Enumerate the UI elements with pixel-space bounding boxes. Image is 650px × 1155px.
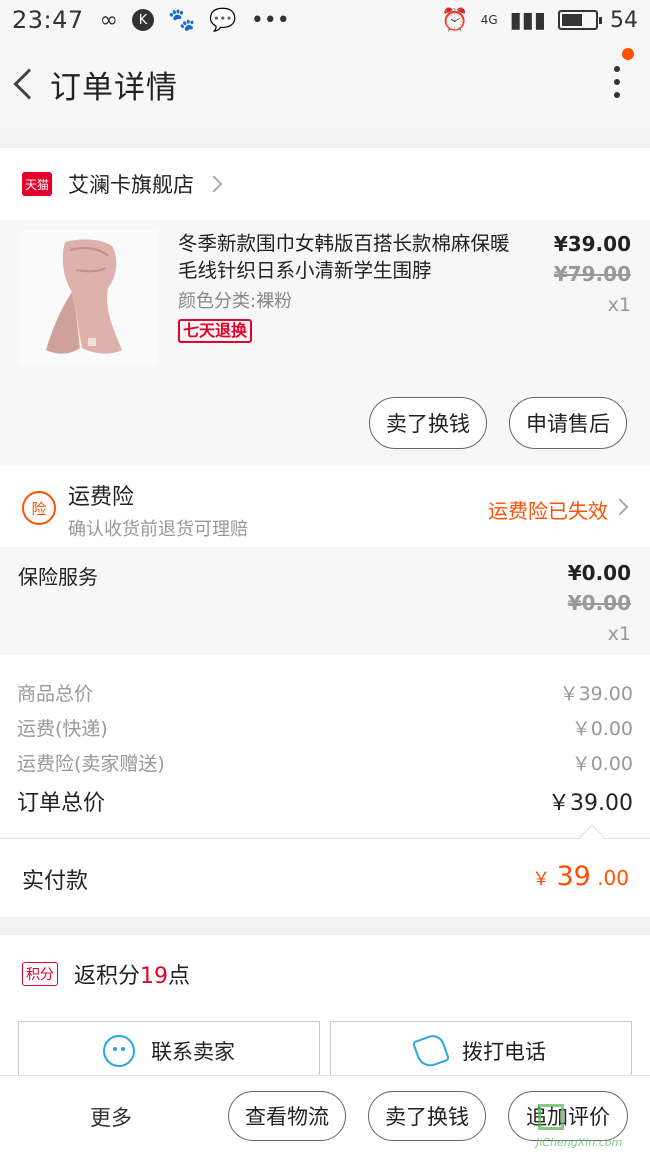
more-dot-icon xyxy=(614,66,620,72)
app-header: 订单详情 xyxy=(0,40,650,128)
notification-dot xyxy=(622,48,634,60)
k-app-icon: K xyxy=(132,9,154,31)
tmall-logo-icon: 天猫 xyxy=(22,172,52,196)
product-sku: 颜色分类:裸粉 xyxy=(178,291,293,312)
points-suffix: 点 xyxy=(168,964,191,989)
chevron-right-icon xyxy=(205,175,223,193)
call-phone-button[interactable]: 拨打电话 xyxy=(330,1021,632,1081)
customer-service-icon xyxy=(103,1035,135,1067)
currency-symbol: ￥ xyxy=(532,869,551,890)
store-name: 艾澜卡旗舰店 xyxy=(68,173,194,197)
contact-row: 联系卖家 拨打电话 xyxy=(0,1013,650,1081)
more-notifications-icon: ••• xyxy=(250,7,290,33)
phone-icon xyxy=(411,1031,451,1071)
total-label: 运费险(卖家赠送) xyxy=(17,753,165,775)
order-total-row: 订单总价 ￥39.00 xyxy=(17,785,633,817)
product-quantity: x1 xyxy=(607,294,631,316)
apply-after-sale-button[interactable]: 申请售后 xyxy=(509,397,627,449)
points-row: 积分 返积分19点 xyxy=(0,935,650,1013)
paw-icon: 🐾 xyxy=(168,7,196,33)
total-row-shipping-insurance: 运费险(卖家赠送) ￥0.00 xyxy=(17,749,633,776)
more-menu-button[interactable] xyxy=(614,66,620,98)
product-price: ¥39.00 xyxy=(553,232,631,256)
sell-resale-bottom-button[interactable]: 卖了换钱 xyxy=(368,1091,486,1141)
chevron-left-icon xyxy=(13,68,45,100)
status-bar: 23:47 ∞ K 🐾 💬 ••• ⏰ 4G ▮▮▮ 54 xyxy=(0,0,650,40)
total-row-shipping: 运费(快递) ￥0.00 xyxy=(17,714,633,741)
watermark-site: JiChengXin.com xyxy=(536,1136,623,1149)
amount-decimal: .00 xyxy=(597,866,629,890)
view-logistics-button[interactable]: 查看物流 xyxy=(228,1091,346,1141)
total-value: ￥39.00 xyxy=(559,683,633,705)
battery-icon xyxy=(558,10,602,30)
insurance-service-price: ¥0.00 xyxy=(567,561,631,585)
contact-seller-label: 联系卖家 xyxy=(151,1040,235,1064)
alarm-icon: ⏰ xyxy=(441,7,469,33)
notification-icons: ∞ K 🐾 💬 ••• xyxy=(100,8,290,33)
sell-resale-button[interactable]: 卖了换钱 xyxy=(369,397,487,449)
page-title: 订单详情 xyxy=(50,69,178,106)
product-original-price: ¥79.00 xyxy=(553,262,631,286)
more-button[interactable]: 更多 xyxy=(90,1102,132,1132)
more-dot-icon xyxy=(614,92,620,98)
insurance-service-item: 保险服务 ¥0.00 ¥0.00 x1 xyxy=(0,547,650,655)
freight-insurance-subtitle: 确认收货前退货可理赔 xyxy=(68,519,248,540)
order-totals: 商品总价 ￥39.00 运费(快递) ￥0.00 运费险(卖家赠送) ￥0.00… xyxy=(0,655,650,838)
insurance-service-label: 保险服务 xyxy=(18,565,98,589)
battery-level: 54 xyxy=(610,7,638,33)
watermark-logo-icon xyxy=(538,1104,564,1130)
insurance-icon: 险 xyxy=(22,491,56,525)
signal-icon: ▮▮▮ xyxy=(509,7,546,33)
product-image[interactable] xyxy=(20,230,158,365)
more-dot-icon xyxy=(614,79,620,85)
points-value: 19 xyxy=(140,964,169,989)
total-label: 运费(快递) xyxy=(17,718,108,740)
back-button[interactable] xyxy=(4,40,45,128)
actual-payment-row: 实付款 ￥ 39 .00 xyxy=(0,839,650,917)
contact-seller-button[interactable]: 联系卖家 xyxy=(18,1021,320,1081)
total-value: ￥0.00 xyxy=(571,753,633,775)
status-time: 23:47 xyxy=(12,6,84,34)
product-name[interactable]: 冬季新款围巾女韩版百搭长款棉麻保暖毛线针织日系小清新学生围脖 xyxy=(178,230,518,284)
points-text: 返积分19点 xyxy=(74,958,190,990)
freight-insurance-title: 运费险 xyxy=(68,485,135,510)
points-tag: 积分 xyxy=(22,962,58,986)
total-row-goods: 商品总价 ￥39.00 xyxy=(17,679,633,706)
order-item[interactable]: 冬季新款围巾女韩版百搭长款棉麻保暖毛线针织日系小清新学生围脖 颜色分类:裸粉 七… xyxy=(0,220,650,465)
call-phone-label: 拨打电话 xyxy=(462,1040,546,1064)
actual-payment-amount: ￥ 39 .00 xyxy=(532,861,629,892)
store-row[interactable]: 天猫 艾澜卡旗舰店 xyxy=(0,148,650,220)
amount-integer: 39 xyxy=(556,861,591,892)
total-value: ￥0.00 xyxy=(571,718,633,740)
freight-insurance-row[interactable]: 险 运费险 确认收货前退货可理赔 运费险已失效 xyxy=(0,465,650,547)
actual-payment-label: 实付款 xyxy=(22,869,89,894)
total-label: 商品总价 xyxy=(17,683,94,705)
insurance-service-original-price: ¥0.00 xyxy=(567,591,631,615)
order-total-label: 订单总价 xyxy=(17,791,106,816)
order-total-value: ￥39.00 xyxy=(548,791,633,816)
infinity-icon: ∞ xyxy=(99,7,118,33)
watermark: JiChengXin.com xyxy=(536,1104,646,1154)
return-policy-badge: 七天退换 xyxy=(178,319,253,343)
chat-icon: 💬 xyxy=(209,7,237,33)
freight-insurance-status[interactable]: 运费险已失效 xyxy=(488,495,608,524)
points-prefix: 返积分 xyxy=(74,964,141,989)
insurance-service-quantity: x1 xyxy=(607,623,631,645)
network-type: 4G xyxy=(480,13,498,27)
chevron-right-icon xyxy=(611,498,629,516)
